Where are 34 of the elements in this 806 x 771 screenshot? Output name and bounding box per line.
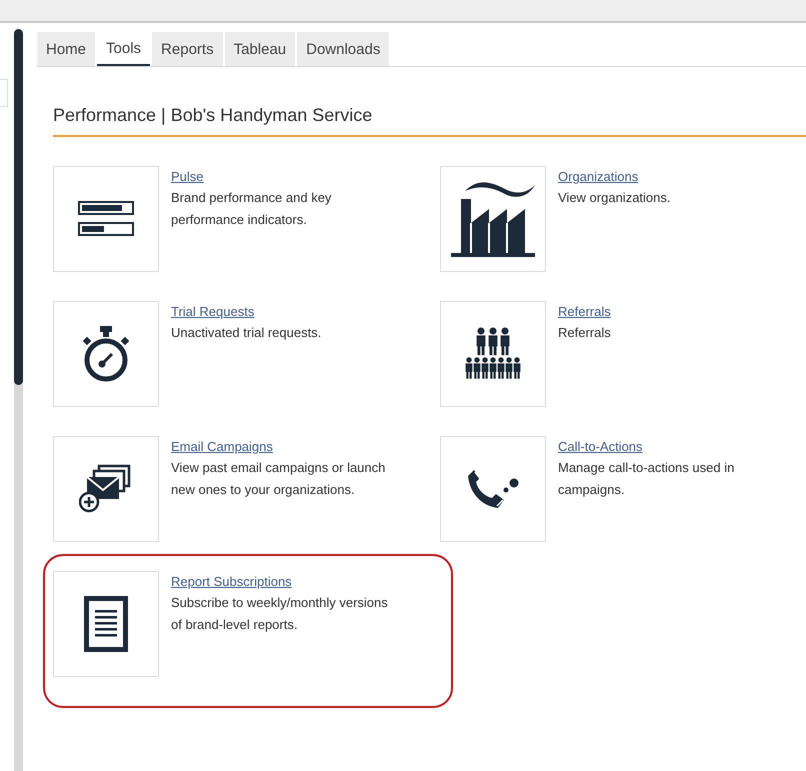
people-icon <box>464 327 522 381</box>
tab[interactable]: Home <box>37 32 96 66</box>
tool-link[interactable]: Email Campaigns <box>171 439 273 454</box>
tool-description: View past email campaigns or launch new ones to your organizations. <box>171 459 386 499</box>
tool-icon-tile[interactable] <box>53 166 159 272</box>
tool-icon-tile[interactable] <box>440 301 546 407</box>
tool-icon-tile[interactable] <box>440 166 546 272</box>
tool-link[interactable]: Trial Requests <box>171 304 254 319</box>
tool-description: Manage call-to-actions used in campaigns. <box>558 459 736 499</box>
bar-meter-icon <box>78 201 134 237</box>
tool-link[interactable]: Referrals <box>558 304 611 319</box>
tool-description: Brand performance and key performance indicators. <box>171 189 332 229</box>
scrollbar-thumb[interactable] <box>14 29 23 385</box>
tool-icon-tile[interactable] <box>53 301 159 407</box>
tool-link[interactable]: Report Subscriptions <box>171 574 292 589</box>
envelopes-icon <box>79 464 133 514</box>
tool-description: Referrals <box>558 324 612 342</box>
tool-link[interactable]: Pulse <box>171 169 204 184</box>
tool-description: Subscribe to weekly/monthly versions of brand-level reports. <box>171 594 389 634</box>
tool-icon-tile[interactable] <box>440 436 546 542</box>
tool-description: Unactivated trial requests. <box>171 324 322 342</box>
tool-icon-tile[interactable] <box>53 571 159 677</box>
document-icon <box>84 596 128 652</box>
panel-edge <box>0 79 8 107</box>
phone-icon <box>466 468 520 510</box>
tab[interactable]: Downloads <box>297 32 390 66</box>
page-heading: Performance | Bob's Handyman Service <box>53 105 806 137</box>
stopwatch-icon <box>82 326 130 382</box>
tab[interactable]: Tableau <box>224 32 296 66</box>
tool-link[interactable]: Organizations <box>558 169 638 184</box>
tool-link[interactable]: Call-to-Actions <box>558 439 643 454</box>
tab[interactable]: Reports <box>152 32 223 66</box>
tool-icon-tile[interactable] <box>53 436 159 542</box>
tool-description: View organizations. <box>558 189 672 207</box>
